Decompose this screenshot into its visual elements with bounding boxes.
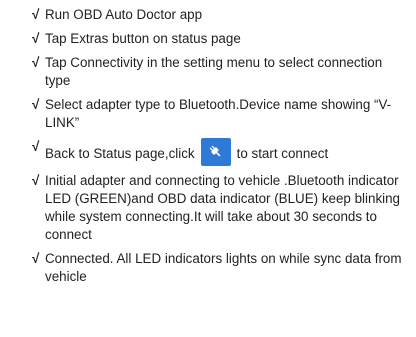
checkmark: √: [32, 139, 40, 154]
step-2: √ Tap Extras button on status page: [32, 30, 408, 48]
checkmark: √: [32, 97, 40, 112]
step-2-text: Tap Extras button on status page: [45, 31, 241, 46]
connect-plug-icon: [209, 145, 221, 157]
step-6: √ Initial adapter and connecting to vehi…: [32, 172, 408, 244]
step-3: √ Tap Connectivity in the setting menu t…: [32, 54, 408, 90]
checkmark: √: [32, 31, 40, 46]
instruction-list: √ Run OBD Auto Doctor app √ Tap Extras b…: [32, 6, 408, 292]
step-5-text-after: to start connect: [236, 146, 329, 161]
checkmark: √: [32, 55, 40, 70]
step-1: √ Run OBD Auto Doctor app: [32, 6, 408, 24]
checkmark: √: [32, 7, 40, 22]
step-4: √ Select adapter type to Bluetooth.Devic…: [32, 96, 408, 132]
connect-button[interactable]: [200, 138, 231, 166]
step-5-text-before: Back to Status page,click: [45, 146, 195, 161]
checkmark: √: [32, 251, 40, 266]
step-7: √ Connected. All LED indicators lights o…: [32, 250, 408, 286]
step-6-text: Initial adapter and connecting to vehicl…: [45, 173, 401, 242]
step-7-text: Connected. All LED indicators lights on …: [45, 251, 402, 284]
step-5: √ Back to Status page,click to start con…: [32, 138, 408, 166]
step-4-text: Select adapter type to Bluetooth.Device …: [45, 97, 392, 130]
step-1-text: Run OBD Auto Doctor app: [45, 7, 203, 22]
step-3-text: Tap Connectivity in the setting menu to …: [45, 55, 383, 88]
checkmark: √: [32, 173, 40, 188]
